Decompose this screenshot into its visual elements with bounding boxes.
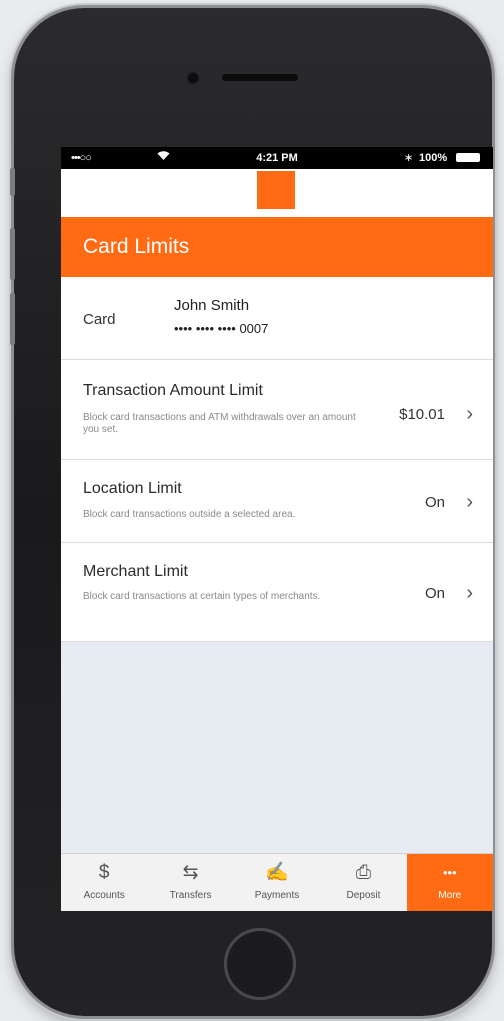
title-bar: Card Limits [61,217,493,277]
limit-value: On [424,494,445,511]
app-screen: •••○○ 4:21 PM ∗ 100% Card Limits Card Jo… [61,147,493,911]
card-holder-name: John Smith [174,297,250,314]
mute-switch [10,168,15,196]
phone-frame: •••○○ 4:21 PM ∗ 100% Card Limits Card Jo… [10,8,493,1016]
limit-value: On [424,585,445,602]
tab-more[interactable]: ••• More [406,854,493,911]
logo-bar [61,169,493,217]
merchant-limit-row[interactable]: Merchant Limit Block card transactions a… [61,543,493,642]
empty-content-area [61,642,493,853]
tab-transfers[interactable]: ⇆ Transfers [147,854,233,911]
tab-label: Accounts [83,890,125,901]
location-limit-row[interactable]: Location Limit Block card transactions o… [61,460,493,543]
tab-payments[interactable]: ✍ Payments [234,854,320,911]
transaction-amount-limit-row[interactable]: Transaction Amount Limit Block card tran… [61,360,493,460]
deposit-icon: ⎙ [355,862,372,883]
limit-description: Block card transactions outside a select… [83,509,296,520]
tab-label: Payments [254,890,300,901]
more-icon: ••• [443,865,457,880]
payment-icon: ✍ [265,862,289,883]
tab-bar: $ Accounts ⇆ Transfers ✍ Payments ⎙ Depo… [61,853,493,911]
chevron-right-icon: › [466,491,473,513]
limit-title: Transaction Amount Limit [83,382,263,399]
card-selector[interactable]: Card John Smith •••• •••• •••• 0007 [61,277,493,360]
limit-description: Block card transactions and ATM withdraw… [83,412,356,435]
tab-label: Transfers [169,890,212,901]
tab-label: More [438,890,462,901]
limit-description: Block card transactions at certain types… [83,591,321,602]
tab-label: Deposit [346,890,381,901]
limit-value: $10.01 [399,406,445,423]
card-label: Card [83,311,116,328]
home-button[interactable] [224,928,296,1000]
battery-percent: 100% [419,152,448,164]
card-number: •••• •••• •••• 0007 [174,321,269,336]
limit-title: Merchant Limit [83,563,188,580]
page-title: Card Limits [83,235,190,258]
bluetooth-icon: ∗ [404,152,414,164]
volume-up-button [10,228,15,280]
chevron-right-icon: › [466,403,473,425]
front-camera [187,72,199,84]
tab-deposit[interactable]: ⎙ Deposit [320,854,406,911]
dollar-icon: $ [98,862,110,883]
chevron-right-icon: › [466,582,473,604]
brand-logo [257,171,295,209]
volume-down-button [10,293,15,345]
transfer-icon: ⇆ [182,862,199,883]
tab-accounts[interactable]: $ Accounts [61,854,147,911]
limit-title: Location Limit [83,480,182,497]
status-bar: •••○○ 4:21 PM ∗ 100% [61,147,493,169]
earpiece-speaker [222,74,298,81]
battery-icon [456,153,480,162]
